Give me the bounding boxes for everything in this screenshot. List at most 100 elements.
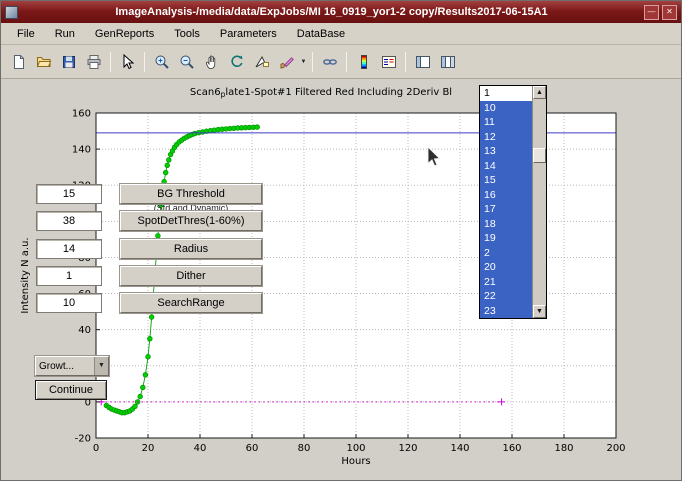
- data-point: [155, 233, 160, 238]
- toolbar-separator: [110, 52, 111, 72]
- chart-title: Scan6plate1-Spot#1 Filtered Red Includin…: [190, 87, 452, 99]
- spot-list-item[interactable]: 12: [480, 130, 532, 145]
- insert-colorbar-button[interactable]: [351, 49, 376, 74]
- app-icon: [5, 6, 18, 19]
- toolbar: ▼: [1, 45, 681, 79]
- save-floppy-icon: [61, 54, 77, 70]
- menubar: File Run GenReports Tools Parameters Dat…: [1, 23, 681, 45]
- spot-list-item[interactable]: 21: [480, 275, 532, 290]
- bg-threshold-button[interactable]: BG Threshold: [120, 184, 262, 204]
- pan-button[interactable]: [199, 49, 224, 74]
- scroll-down-icon[interactable]: ▼: [533, 305, 546, 318]
- dither-input[interactable]: [36, 266, 102, 286]
- data-point: [146, 354, 151, 359]
- radius-button[interactable]: Radius: [120, 239, 262, 259]
- y-tick-label: -20: [75, 434, 91, 445]
- new-figure-button[interactable]: [6, 49, 31, 74]
- data-point: [166, 158, 171, 163]
- x-axis-label: Hours: [341, 456, 370, 467]
- spotdetthres-input[interactable]: [36, 211, 102, 231]
- menu-file[interactable]: File: [7, 25, 45, 43]
- edit-plot-button[interactable]: [115, 49, 140, 74]
- toolbar-separator: [346, 52, 347, 72]
- rotate-3d-button[interactable]: [224, 49, 249, 74]
- close-button[interactable]: ✕: [662, 5, 677, 20]
- insert-legend-button[interactable]: [376, 49, 401, 74]
- zoom-in-button[interactable]: [149, 49, 174, 74]
- new-document-icon: [11, 54, 27, 70]
- link-plot-button[interactable]: [317, 49, 342, 74]
- titlebar[interactable]: ImageAnalysis-/media/data/ExpJobs/MI 16_…: [1, 1, 681, 23]
- hand-icon: [204, 54, 220, 70]
- data-point: [133, 404, 138, 409]
- menu-parameters[interactable]: Parameters: [210, 25, 287, 43]
- menu-database[interactable]: DataBase: [287, 25, 355, 43]
- menu-run[interactable]: Run: [45, 25, 85, 43]
- spot-list-items: 110111213141516171819220212223: [480, 86, 532, 318]
- searchrange-button[interactable]: SearchRange: [120, 293, 262, 313]
- spot-list-item[interactable]: 15: [480, 173, 532, 188]
- spot-list-item[interactable]: 17: [480, 202, 532, 217]
- toolbar-separator: [312, 52, 313, 72]
- continue-button[interactable]: Continue: [35, 380, 107, 400]
- data-point: [165, 163, 170, 168]
- spotdetthres-button[interactable]: SpotDetThres(1-60%): [120, 211, 262, 231]
- spot-list-item[interactable]: 16: [480, 188, 532, 203]
- radius-input[interactable]: [36, 239, 102, 259]
- spot-list-item[interactable]: 2: [480, 246, 532, 261]
- open-file-button[interactable]: [31, 49, 56, 74]
- minimize-button[interactable]: —: [644, 5, 659, 20]
- brush-dropdown-caret-icon[interactable]: ▼: [299, 59, 308, 65]
- menu-tools[interactable]: Tools: [164, 25, 210, 43]
- show-plot-tools-button[interactable]: [435, 49, 460, 74]
- spot-number-list[interactable]: 110111213141516171819220212223 ▲ ▼: [479, 85, 547, 319]
- spot-list-item[interactable]: 1: [480, 86, 532, 101]
- menu-genreports[interactable]: GenReports: [85, 25, 164, 43]
- spot-list-item[interactable]: 20: [480, 260, 532, 275]
- spot-list-item[interactable]: 14: [480, 159, 532, 174]
- brush-data-button[interactable]: [274, 49, 299, 74]
- y-tick-label: 140: [72, 145, 91, 156]
- scroll-thumb[interactable]: [533, 148, 546, 163]
- y-tick-label: 40: [78, 325, 91, 336]
- zoom-out-button[interactable]: [174, 49, 199, 74]
- x-tick-label: 100: [346, 443, 365, 454]
- data-cursor-button[interactable]: [249, 49, 274, 74]
- zoom-in-icon: [154, 54, 170, 70]
- list-scrollbar[interactable]: ▲ ▼: [532, 86, 546, 318]
- data-point: [163, 170, 168, 175]
- spot-list-item[interactable]: 11: [480, 115, 532, 130]
- growth-dropdown[interactable]: Growt... ▼: [35, 356, 109, 376]
- x-tick-label: 20: [142, 443, 155, 454]
- spot-list-item[interactable]: 13: [480, 144, 532, 159]
- spot-list-item[interactable]: 23: [480, 304, 532, 319]
- dither-button[interactable]: Dither: [120, 266, 262, 286]
- rotate-icon: [229, 54, 245, 70]
- print-button[interactable]: [81, 49, 106, 74]
- data-point: [138, 394, 143, 399]
- spot-list-item[interactable]: 10: [480, 101, 532, 116]
- link-chain-icon: [322, 54, 338, 70]
- x-tick-label: 200: [606, 443, 625, 454]
- hide-plot-tools-button[interactable]: [410, 49, 435, 74]
- data-point: [149, 315, 154, 320]
- x-tick-label: 120: [398, 443, 417, 454]
- data-point: [147, 336, 152, 341]
- spot-list-item[interactable]: 22: [480, 289, 532, 304]
- figure-area: 020406080100120140160180200-200204060801…: [1, 79, 682, 481]
- spot-list-item[interactable]: 19: [480, 231, 532, 246]
- bg-threshold-input[interactable]: [36, 184, 102, 204]
- zoom-out-icon: [179, 54, 195, 70]
- show-plot-tools-icon: [440, 54, 456, 70]
- y-tick-label: 160: [72, 109, 91, 120]
- save-button[interactable]: [56, 49, 81, 74]
- scroll-up-icon[interactable]: ▲: [533, 86, 546, 99]
- pointer-arrow-icon: [120, 54, 136, 70]
- searchrange-input[interactable]: [36, 293, 102, 313]
- spot-list-item[interactable]: 18: [480, 217, 532, 232]
- growth-dropdown-label: Growt...: [36, 361, 94, 372]
- hide-plot-tools-icon: [415, 54, 431, 70]
- x-tick-label: 180: [554, 443, 573, 454]
- x-tick-label: 0: [93, 443, 99, 454]
- plot-canvas[interactable]: 020406080100120140160180200-200204060801…: [1, 79, 682, 481]
